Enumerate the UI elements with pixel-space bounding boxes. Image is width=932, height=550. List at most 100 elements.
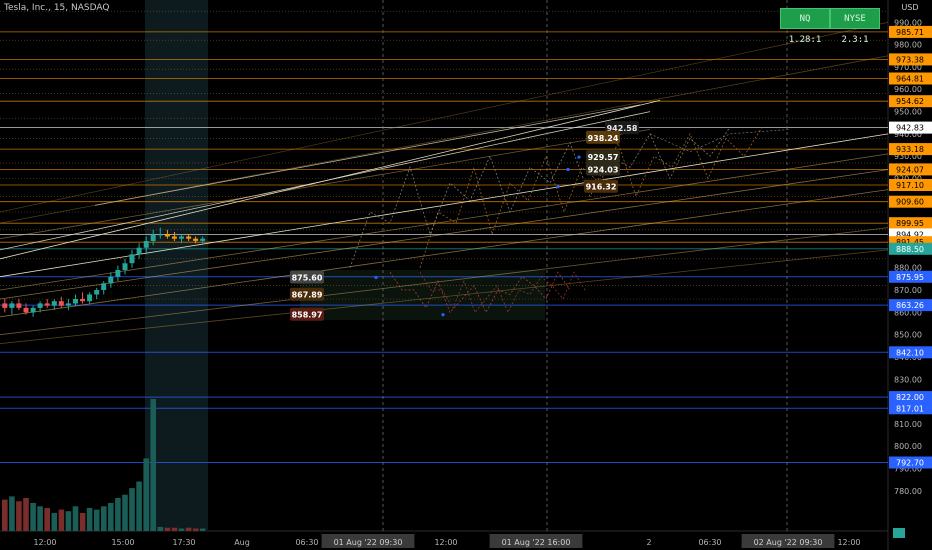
volume-bar xyxy=(9,496,15,531)
price-tick-label: 810.00 xyxy=(894,420,922,429)
volume-bar xyxy=(37,506,43,532)
price-level-badge-text: 942.83 xyxy=(896,124,924,133)
candle-body xyxy=(65,303,71,306)
target-anchor-dot xyxy=(374,275,378,280)
volume-bar xyxy=(79,512,86,532)
volume-bar xyxy=(16,501,22,531)
price-level-badge-text: 985.71 xyxy=(896,28,924,37)
volume-bar xyxy=(58,509,65,531)
target-label-text: 867.89 xyxy=(292,291,323,300)
price-tick-label: 960.00 xyxy=(894,85,922,94)
price-level-badge-text: 933.18 xyxy=(896,145,924,154)
candle-body xyxy=(186,236,192,239)
candle-body xyxy=(179,236,184,239)
candle-body xyxy=(94,290,100,295)
volume-bar xyxy=(157,526,164,531)
volume-bar xyxy=(150,399,156,531)
nq-breadth-badge: NQ 1.28:1 xyxy=(780,8,830,45)
volume-bar xyxy=(93,509,100,531)
candle-body xyxy=(101,283,107,290)
candle-body xyxy=(108,276,114,284)
time-tick-label: 15:00 xyxy=(111,538,134,547)
volume-bar xyxy=(192,528,199,531)
candle-body xyxy=(122,263,128,270)
candle-body xyxy=(200,238,206,241)
time-tick-label: 12:00 xyxy=(434,538,457,547)
target-label-text: 875.60 xyxy=(292,274,323,283)
target-anchor-dot xyxy=(577,155,581,159)
time-tick-label: 01 Aug '22 16:00 xyxy=(502,538,571,547)
price-tick-label: 950.00 xyxy=(894,108,922,117)
price-level-badge-text: 964.81 xyxy=(896,75,924,84)
price-level-badge-text: 792.70 xyxy=(896,459,924,468)
price-level-badge-text: 888.50 xyxy=(896,245,924,254)
candle-body xyxy=(87,294,93,302)
price-tick-label: 870.00 xyxy=(894,286,922,295)
volume-bar xyxy=(199,528,206,531)
volume-bar xyxy=(136,481,142,531)
candle-body xyxy=(2,303,8,308)
volume-bar xyxy=(72,506,79,532)
target-label-text: 938.24 xyxy=(588,134,619,143)
price-level-badge-text: 817.01 xyxy=(896,404,924,413)
candle-body xyxy=(73,299,78,304)
candle-body xyxy=(51,301,57,306)
price-level-badge-text: 875.95 xyxy=(896,273,924,282)
target-label-text: 858.97 xyxy=(292,311,323,320)
price-tick-label: 800.00 xyxy=(894,442,922,451)
candle-body xyxy=(164,234,170,237)
currency-label: USD xyxy=(901,3,918,12)
volume-bar xyxy=(30,502,36,531)
price-tick-label: 830.00 xyxy=(894,375,922,384)
volume-bar xyxy=(86,507,93,531)
time-tick-label: 02 Aug '22 09:30 xyxy=(754,538,823,547)
candle-body xyxy=(193,238,199,241)
volume-bar xyxy=(108,502,114,531)
candle-body xyxy=(115,270,121,277)
price-level-badge-text: 899.95 xyxy=(896,219,924,228)
candle-body xyxy=(58,301,64,306)
price-tick-label: 850.00 xyxy=(894,331,922,340)
target-anchor-dot xyxy=(556,185,560,189)
candle-body xyxy=(150,234,156,241)
price-level-badge-text: 842.10 xyxy=(896,348,924,357)
target-anchor-dot xyxy=(566,167,570,172)
candle-body xyxy=(136,247,142,255)
price-scale-marker xyxy=(893,528,905,538)
volume-bar xyxy=(115,498,121,531)
price-tick-label: 780.00 xyxy=(894,487,922,496)
symbol-title[interactable]: Tesla, Inc., 15, NASDAQ xyxy=(4,3,109,13)
price-level-badge-text: 909.60 xyxy=(896,198,924,207)
candle-body xyxy=(37,303,43,308)
price-level-badge-text: 822.00 xyxy=(896,393,924,402)
target-label-text: 924.03 xyxy=(588,166,619,175)
candle-body xyxy=(9,303,15,308)
price-axis[interactable]: 780.00790.00800.00810.00820.00830.00840.… xyxy=(889,18,932,538)
volume-bar xyxy=(143,458,149,531)
target-anchor-dot xyxy=(441,313,445,317)
volume-bar xyxy=(65,511,72,531)
price-level-badge-text: 917.10 xyxy=(896,181,924,190)
volume-bar xyxy=(51,512,58,532)
price-level-badge-text: 954.62 xyxy=(896,97,924,106)
candle-body xyxy=(157,234,163,236)
time-tick-label: 06:30 xyxy=(295,538,318,547)
nyse-breadth-badge: NYSE 2.3:1 xyxy=(830,8,880,45)
candle-body xyxy=(80,299,85,302)
candle-body xyxy=(44,303,50,306)
price-level-badge-text: 924.07 xyxy=(896,165,924,174)
candle-body xyxy=(143,241,149,248)
volume-bar xyxy=(122,494,128,531)
target-label-text: 916.32 xyxy=(586,183,617,192)
time-tick-label: 01 Aug '22 09:30 xyxy=(334,538,403,547)
time-tick-label: 12:00 xyxy=(837,538,860,547)
time-tick-label: Aug xyxy=(234,538,250,547)
projection-zone-shade xyxy=(300,270,545,320)
candle-body xyxy=(30,307,36,313)
candle-body xyxy=(171,236,177,239)
time-tick-label: 12:00 xyxy=(33,538,56,547)
price-chart[interactable]: 942.58938.24929.57924.03916.32875.60867.… xyxy=(0,0,932,550)
volume-bar xyxy=(101,506,107,532)
price-level-badge-text: 863.26 xyxy=(896,301,924,310)
target-label-text: 929.57 xyxy=(588,153,619,162)
